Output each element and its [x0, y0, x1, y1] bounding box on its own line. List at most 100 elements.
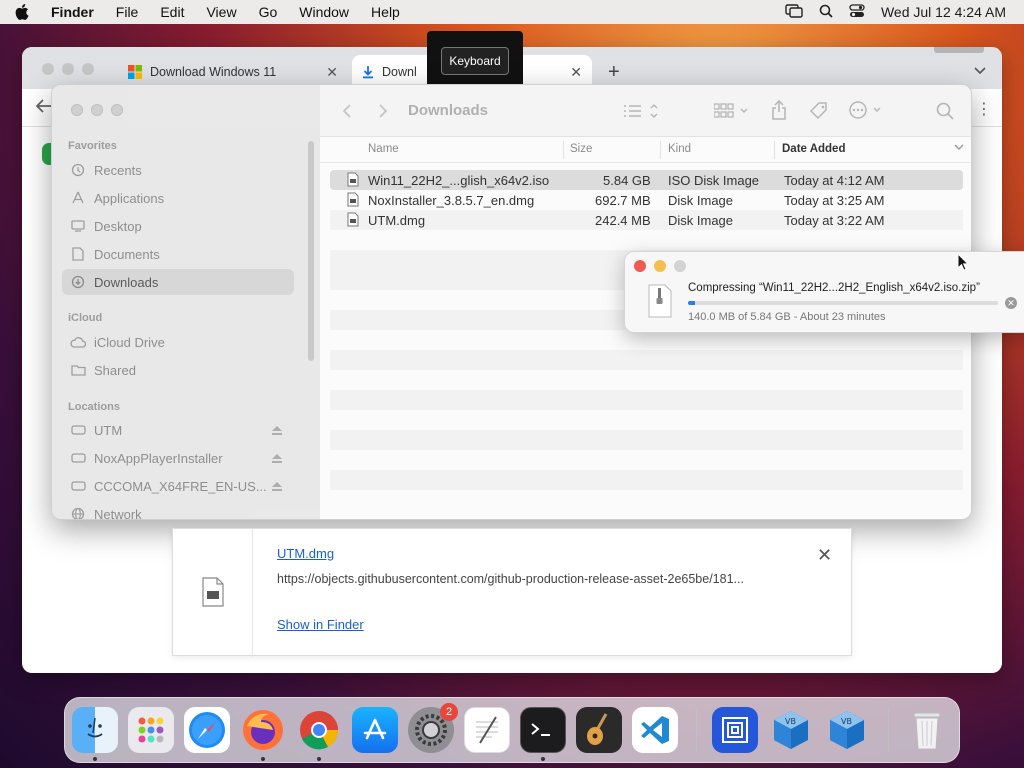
download-item-card: UTM.dmg https://objects.githubuserconten…: [172, 528, 852, 657]
sidebar-item-desktop[interactable]: Desktop: [62, 213, 294, 239]
dock: 2 VB VB: [64, 697, 960, 763]
new-tab-button[interactable]: +: [608, 61, 620, 84]
column-separator[interactable]: [774, 141, 775, 159]
column-separator[interactable]: [660, 141, 661, 159]
share-icon[interactable]: [771, 99, 787, 123]
eject-icon[interactable]: [272, 451, 282, 466]
running-indicator: [93, 757, 97, 761]
spotlight-search-icon[interactable]: [819, 4, 833, 21]
eject-icon[interactable]: [272, 423, 282, 438]
virtualbox-icon[interactable]: VB: [768, 707, 814, 753]
finder-minimize-button[interactable]: [91, 104, 103, 116]
file-size: 5.84 GB: [603, 173, 651, 188]
menu-edit[interactable]: Edit: [149, 4, 195, 20]
document-icon: [347, 192, 359, 210]
list-view-icon[interactable]: [624, 103, 660, 122]
safari-icon[interactable]: [184, 707, 230, 753]
file-row[interactable]: NoxInstaller_3.8.5.7_en.dmg 692.7 MB Dis…: [330, 190, 963, 210]
app-store-icon[interactable]: [352, 707, 398, 753]
finder-zoom-button[interactable]: [111, 104, 123, 116]
cloud-icon: [70, 336, 86, 348]
control-center-icon[interactable]: [849, 3, 865, 21]
sidebar-item-downloads[interactable]: Downloads: [62, 269, 294, 295]
browser-zoom-button[interactable]: [82, 63, 94, 75]
close-icon[interactable]: ✕: [817, 545, 832, 566]
empty-row: [330, 350, 963, 370]
tab-search-chevron-icon[interactable]: [974, 63, 986, 78]
progress-zoom-button[interactable]: [674, 260, 686, 272]
vscode-icon[interactable]: [632, 707, 678, 753]
sidebar-scrollbar[interactable]: [308, 141, 314, 361]
column-separator[interactable]: [563, 141, 564, 159]
garageband-icon[interactable]: [576, 707, 622, 753]
sidebar-item-recents[interactable]: Recents: [62, 157, 294, 183]
sidebar-item-icloud-drive[interactable]: iCloud Drive: [62, 329, 294, 355]
download-file-link[interactable]: UTM.dmg: [277, 546, 334, 561]
downloads-icon: [70, 275, 86, 289]
document-icon: [70, 247, 86, 261]
sidebar-item-applications[interactable]: Applications: [62, 185, 294, 211]
file-row[interactable]: UTM.dmg 242.4 MB Disk Image Today at 3:2…: [330, 210, 963, 230]
system-settings-icon[interactable]: 2: [408, 703, 458, 753]
finder-icon[interactable]: [72, 707, 118, 753]
finder-close-button[interactable]: [71, 104, 83, 116]
sidebar-item-label: CCCOMA_X64FRE_EN-US...: [94, 478, 267, 494]
column-header-kind[interactable]: Kind: [668, 143, 691, 155]
sidebar-item-documents[interactable]: Documents: [62, 241, 294, 267]
back-arrow-icon[interactable]: [35, 99, 52, 116]
menu-app-finder[interactable]: Finder: [40, 4, 105, 20]
sidebar-item-shared[interactable]: Shared: [62, 357, 294, 383]
empty-row: [330, 470, 963, 490]
progress-minimize-button[interactable]: [654, 260, 666, 272]
firefox-icon[interactable]: [240, 707, 286, 753]
menu-view[interactable]: View: [195, 4, 247, 20]
globe-icon: [70, 507, 86, 519]
file-size: 692.7 MB: [595, 193, 651, 208]
browser-minimize-button[interactable]: [62, 63, 74, 75]
apple-icon[interactable]: [12, 4, 32, 20]
terminal-icon[interactable]: [520, 707, 566, 753]
back-chevron-icon[interactable]: [342, 103, 352, 122]
menu-go[interactable]: Go: [248, 4, 289, 20]
menu-bar-clock[interactable]: Wed Jul 12 4:24 AM: [881, 4, 1006, 20]
keyboard-overlay: Keyboard: [427, 31, 523, 91]
menu-window[interactable]: Window: [288, 4, 360, 20]
column-header-date-added[interactable]: Date Added: [782, 143, 845, 155]
menu-help[interactable]: Help: [360, 4, 411, 20]
tab-close-icon[interactable]: ✕: [570, 64, 582, 81]
sidebar-item-network[interactable]: Network: [62, 501, 294, 519]
profile-pill: [934, 47, 984, 53]
virtualbox-vm-icon[interactable]: VB: [824, 707, 870, 753]
sidebar-item-cccoma[interactable]: CCCOMA_X64FRE_EN-US...: [62, 473, 294, 499]
sidebar-item-noxappplayerinstaller[interactable]: NoxAppPlayerInstaller: [62, 445, 294, 471]
screen-mirroring-icon[interactable]: [785, 3, 803, 21]
action-menu-icon[interactable]: [849, 101, 885, 122]
show-in-finder-link[interactable]: Show in Finder: [277, 617, 364, 632]
desktop-icon: [70, 220, 86, 232]
utm-icon[interactable]: [712, 707, 758, 753]
menu-file[interactable]: File: [105, 4, 150, 20]
tag-icon[interactable]: [809, 101, 829, 124]
keyboard-label: Keyboard: [441, 47, 509, 75]
progress-close-button[interactable]: [634, 260, 646, 272]
sidebar-item-utm[interactable]: UTM: [62, 417, 294, 443]
sidebar-item-label: UTM: [94, 422, 123, 438]
sort-chevron-icon[interactable]: [954, 142, 964, 154]
chrome-icon[interactable]: [296, 707, 342, 753]
browser-close-button[interactable]: [42, 63, 54, 75]
stop-compress-icon[interactable]: ✕: [1005, 297, 1017, 309]
eject-icon[interactable]: [272, 479, 282, 494]
file-row[interactable]: Win11_22H2_...glish_x64v2.iso 5.84 GB IS…: [330, 170, 963, 190]
browser-menu-icon[interactable]: ⋮: [976, 99, 992, 119]
column-header-size[interactable]: Size: [570, 143, 592, 155]
file-kind: Disk Image: [668, 193, 734, 208]
compress-progress-fill: [688, 301, 696, 305]
tab-close-icon[interactable]: ✕: [326, 64, 338, 81]
column-header-name[interactable]: Name: [368, 143, 399, 155]
launchpad-icon[interactable]: [128, 707, 174, 753]
forward-chevron-icon[interactable]: [378, 103, 388, 122]
group-by-icon[interactable]: [713, 103, 750, 122]
search-icon[interactable]: [936, 102, 954, 123]
trash-icon[interactable]: [904, 707, 950, 753]
textedit-icon[interactable]: [464, 707, 510, 753]
